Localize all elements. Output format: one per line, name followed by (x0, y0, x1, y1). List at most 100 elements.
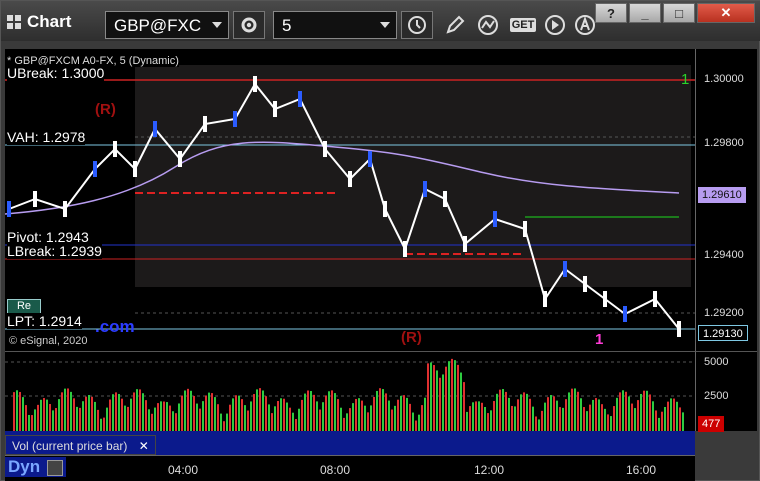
lock-icon[interactable] (46, 459, 63, 476)
volume-bar (610, 416, 612, 432)
volume-bar (484, 406, 486, 432)
studies-button[interactable] (473, 11, 505, 39)
volume-bar (301, 399, 303, 432)
time-tick: 16:00 (625, 463, 657, 477)
volume-bar (241, 399, 243, 432)
settings-button[interactable] (233, 11, 265, 39)
price-candle (7, 201, 11, 217)
volume-pane[interactable] (5, 351, 695, 432)
volume-bar (682, 412, 684, 432)
app-title-text: Chart (27, 12, 72, 31)
volume-bar (547, 397, 549, 432)
price-candle (93, 161, 97, 177)
volume-bar (676, 401, 678, 432)
price-candle (203, 116, 207, 132)
volume-bar (118, 393, 120, 432)
volume-bar (448, 361, 450, 432)
price-candle (178, 151, 182, 167)
volume-bar (154, 407, 156, 432)
dynamic-button[interactable]: Dyn (5, 457, 66, 477)
get-label: GET (509, 18, 537, 32)
price-candle (403, 241, 407, 257)
volume-bar (361, 400, 363, 432)
volume-bar (628, 396, 630, 432)
volume-bar (412, 412, 414, 432)
volume-bar (622, 390, 624, 432)
volume-bar (523, 392, 525, 432)
price-axis[interactable]: 1.30000 1.29800 1.29400 1.29200 1.29610 … (695, 49, 757, 351)
volume-bar (277, 401, 279, 432)
current-volume-tag: 477 (698, 416, 725, 432)
volume-bar (286, 402, 288, 432)
volume-bar (97, 409, 99, 432)
volume-bar (652, 401, 654, 432)
grid-icon (7, 15, 21, 29)
volume-bar (379, 388, 381, 432)
play-button[interactable] (539, 11, 571, 39)
time-tick: 12:00 (473, 463, 505, 477)
volume-bar (169, 405, 171, 432)
volume-bar (661, 411, 663, 432)
volume-bar (502, 389, 504, 432)
volume-bar (532, 406, 534, 432)
volume-bar (145, 400, 147, 432)
volume-bar (517, 399, 519, 432)
volume-bar (607, 414, 609, 432)
price-tick: 1.29200 (704, 307, 744, 319)
close-icon[interactable]: ✕ (139, 439, 149, 453)
volume-bar (16, 390, 18, 432)
close-button[interactable]: ✕ (697, 3, 755, 23)
chart-window: Chart GBP@FXC 5 GET ? _ □ ✕ * GBP@FXCM A… (0, 0, 760, 481)
volume-bar (667, 401, 669, 432)
volume-bar (337, 399, 339, 432)
volume-bar (565, 399, 567, 432)
draw-button[interactable] (439, 11, 471, 39)
volume-bar (190, 390, 192, 432)
lpt-label: LPT: 1.2914 (7, 313, 82, 329)
time-axis[interactable]: 04:00 08:00 12:00 16:00 (5, 455, 695, 481)
volume-bar (13, 392, 15, 432)
price-chart[interactable]: * GBP@FXCM A0-FX, 5 (Dynamic) UBreak: 1.… (5, 49, 695, 351)
time-button[interactable] (401, 11, 433, 39)
minimize-button[interactable]: _ (629, 3, 661, 23)
volume-bar (427, 363, 429, 432)
interval-input[interactable]: 5 (273, 11, 397, 39)
volume-bar (487, 413, 489, 432)
volume-bar (646, 390, 648, 432)
r-marker-bottom: (R) (401, 329, 422, 346)
price-candle (233, 111, 237, 127)
get-button[interactable]: GET (507, 11, 539, 39)
time-tick: 04:00 (167, 463, 199, 477)
volume-bar (46, 399, 48, 432)
maximize-button[interactable]: □ (663, 3, 695, 23)
volume-axis[interactable]: 5000 2500 477 (695, 351, 757, 432)
symbol-input[interactable]: GBP@FXC (105, 11, 229, 39)
time-tick: 08:00 (319, 463, 351, 477)
volume-bar (664, 407, 666, 432)
volume-bar (19, 391, 21, 432)
chevron-down-icon[interactable] (212, 22, 222, 28)
price-candle (348, 171, 352, 187)
volume-bar (460, 372, 462, 432)
volume-study-label[interactable]: Vol (current price bar) ✕ (5, 435, 156, 455)
price-candle (273, 101, 277, 117)
volume-bar (670, 398, 672, 432)
vah-label: VAH: 1.2978 (7, 129, 86, 145)
volume-bar (127, 406, 129, 432)
chevron-down-icon[interactable] (380, 22, 390, 28)
volume-bar (265, 396, 267, 432)
help-button[interactable]: ? (595, 3, 627, 23)
volume-bar (403, 395, 405, 432)
volume-bar (658, 417, 660, 432)
volume-bar (112, 394, 114, 432)
volume-bar (139, 389, 141, 432)
volume-bar (289, 407, 291, 432)
volume-bar (505, 391, 507, 432)
current-price-tag: 1.29610 (698, 187, 746, 203)
close-icon: ✕ (720, 5, 732, 20)
volume-bar (280, 398, 282, 432)
volume-bar (88, 394, 90, 432)
lbreak-label: LBreak: 1.2939 (7, 243, 102, 259)
volume-bar (397, 399, 399, 432)
volume-bar (631, 403, 633, 432)
